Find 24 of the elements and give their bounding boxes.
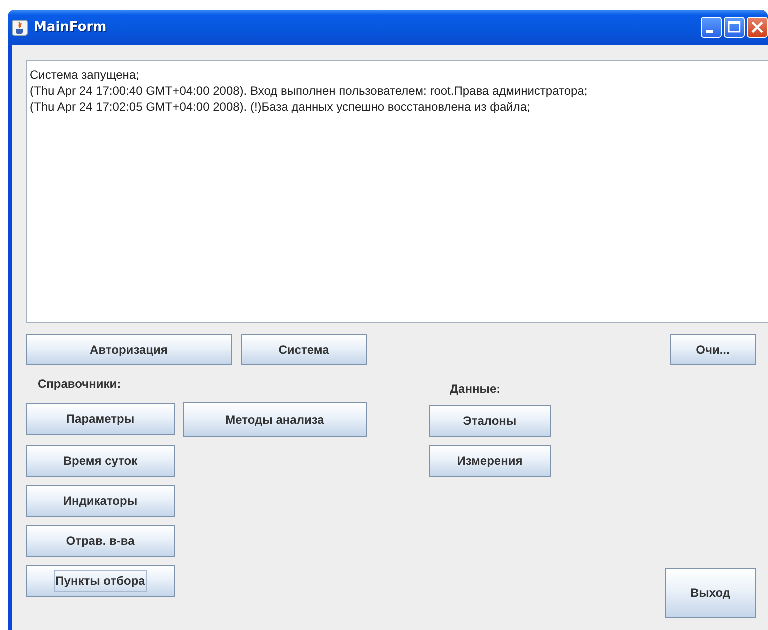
- data-button[interactable]: Эталоны: [429, 405, 551, 437]
- toolbar-button[interactable]: Система: [241, 334, 367, 365]
- reference-button[interactable]: Пункты отбора: [26, 565, 175, 597]
- section-label: Данные:: [450, 381, 501, 398]
- log-text-area[interactable]: Система запущена; (Thu Apr 24 17:00:40 GMT+04:00 2008). Вход выполнен пользователем: root.Права администратора; (Thu Apr 24 17:02:05 GMT+04:00 2008). (!)База данных успешно восстановлена из файла;: [26, 60, 768, 323]
- log-line: (Thu Apr 24 17:00:40 GMT+04:00 2008). Вход выполнен пользователем: root.Права администратора;: [30, 83, 588, 99]
- reference-button[interactable]: Индикаторы: [26, 485, 175, 517]
- exit-button[interactable]: Выход: [665, 568, 756, 618]
- toolbar-button[interactable]: Очи...: [670, 334, 756, 365]
- reference-button[interactable]: Отрав. в-ва: [26, 525, 175, 557]
- reference-button[interactable]: Время суток: [26, 445, 175, 477]
- maximize-button[interactable]: [724, 17, 745, 38]
- minimize-button[interactable]: [701, 17, 722, 38]
- reference-button[interactable]: Параметры: [26, 403, 175, 435]
- section-label: Справочники:: [38, 376, 122, 393]
- log-line: (Thu Apr 24 17:02:05 GMT+04:00 2008). (!)База данных успешно восстановлена из файла;: [30, 99, 530, 115]
- window-title: MainForm: [34, 20, 107, 35]
- data-button[interactable]: Измерения: [429, 445, 551, 477]
- close-button[interactable]: [747, 17, 768, 38]
- log-line: Система запущена;: [30, 67, 140, 83]
- minimize-icon: [706, 30, 713, 33]
- reference-button[interactable]: Методы анализа: [183, 402, 367, 437]
- toolbar-button[interactable]: Авторизация: [26, 334, 232, 365]
- coffee-cup-icon: [12, 20, 28, 36]
